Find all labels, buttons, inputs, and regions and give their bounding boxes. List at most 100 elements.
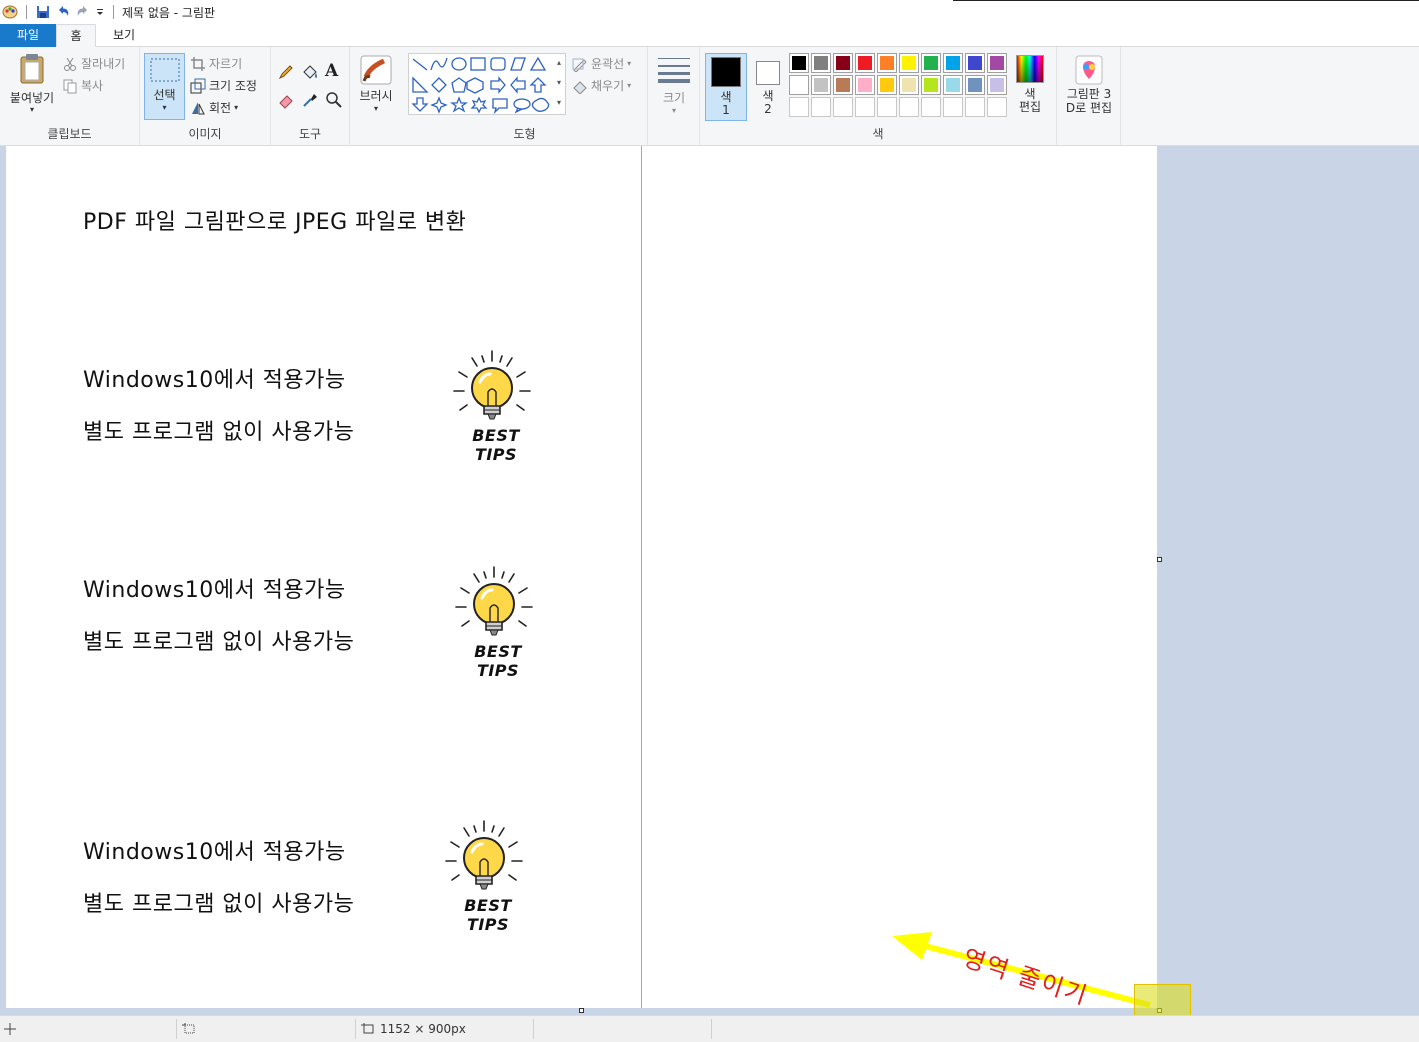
swatch-fill [924,56,938,70]
cut-button[interactable]: 잘라내기 [62,55,125,72]
resize-handle-right[interactable] [1157,557,1162,562]
brushes-button[interactable]: 브러시 ▾ [356,55,396,121]
color2-label-bottom: 2 [764,102,772,116]
palette-color-swatch[interactable] [987,75,1007,95]
palette-color-swatch[interactable] [855,75,875,95]
edit-colors-label-top: 색 [1024,87,1036,101]
swatch-fill [946,56,960,70]
canvas-workspace: PDF 파일 그림판으로 JPEG 파일로 변환 Windows10에서 적용가… [0,146,1419,1015]
canvas-size-icon [361,1023,375,1035]
lightbulb-icon [442,348,542,428]
resize-button[interactable]: 크기 조정 [190,77,257,94]
paint3d-label-line1: 그림판 3 [1066,87,1112,101]
custom-color-slot[interactable] [789,97,809,117]
shapes-scroll[interactable]: ▴ ▾ ▾ [552,53,566,115]
text-icon[interactable]: A [325,61,343,81]
color2-button[interactable]: 색 2 [750,53,786,121]
color2-swatch [756,61,780,85]
palette-color-swatch[interactable] [877,53,897,73]
copy-button[interactable]: 복사 [62,77,103,94]
edit-colors-button[interactable]: 색 편집 [1010,53,1050,121]
palette-color-swatch[interactable] [833,53,853,73]
block3-line1: Windows10에서 적용가능 [83,840,346,865]
custom-color-slot[interactable] [987,97,1007,117]
tab-view[interactable]: 보기 [104,24,144,47]
palette-color-swatch[interactable] [811,53,831,73]
best-tips-text: BEST TIPS [464,896,512,934]
best-tips-badge: BEST TIPS [442,348,542,464]
color-picker-icon[interactable] [301,91,319,109]
size-button[interactable]: 크기 ▾ [654,55,694,121]
palette-color-swatch[interactable] [789,75,809,95]
custom-color-slot[interactable] [877,97,897,117]
window-title: 제목 없음 - 그림판 [122,5,216,20]
color1-button[interactable]: 색 1 [705,53,747,121]
custom-color-slot[interactable] [899,97,919,117]
shapes-gallery[interactable] [408,53,566,115]
palette-color-swatch[interactable] [789,53,809,73]
swatch-fill [858,56,872,70]
custom-color-slot[interactable] [833,97,853,117]
brushes-label: 브러시 [359,89,393,103]
fill-button[interactable]: 채우기 ▾ [572,77,631,95]
palette-color-swatch[interactable] [943,53,963,73]
palette-color-swatch[interactable] [987,53,1007,73]
paint3d-label-line2: D로 편집 [1065,101,1113,115]
best-tips-badge: BEST TIPS [434,818,534,934]
palette-color-swatch[interactable] [811,75,831,95]
chevron-down-icon: ▾ [29,105,34,114]
save-icon[interactable] [35,4,51,20]
palette-color-swatch[interactable] [921,75,941,95]
colors-group: 색 1 색 2 색 편집 색 [700,47,1057,146]
palette-color-swatch[interactable] [899,75,919,95]
size-label: 크기 [662,91,686,105]
tab-home[interactable]: 홈 [56,24,96,48]
tab-file[interactable]: 파일 [0,24,56,47]
palette-color-swatch[interactable] [965,75,985,95]
swatch-fill [792,56,806,70]
drawing-canvas[interactable]: PDF 파일 그림판으로 JPEG 파일로 변환 Windows10에서 적용가… [6,146,1157,1008]
paste-button[interactable]: 붙여넣기 ▾ [6,53,58,119]
rotate-label: 회전 [209,101,232,115]
custom-color-slot[interactable] [855,97,875,117]
custom-color-slot[interactable] [943,97,963,117]
title-bar-edge [953,0,1419,1]
copy-icon [62,78,78,94]
fill-bucket-icon[interactable] [301,63,319,81]
crop-button[interactable]: 자르기 [190,55,242,72]
resize-handle-bottom[interactable] [579,1008,584,1013]
swatch-fill [946,78,960,92]
outline-button[interactable]: 윤곽선 ▾ [572,55,631,73]
palette-color-swatch[interactable] [943,75,963,95]
palette-color-swatch[interactable] [833,75,853,95]
paint-app-icon[interactable] [2,4,18,20]
custom-color-slot[interactable] [811,97,831,117]
undo-icon[interactable] [55,4,71,20]
select-button[interactable]: 선택 ▾ [144,53,185,120]
palette-color-swatch[interactable] [921,53,941,73]
custom-color-slot[interactable] [921,97,941,117]
best-tips-badge: BEST TIPS [444,564,544,680]
block3-line2: 별도 프로그램 없이 사용가능 [83,892,355,917]
swatch-fill [902,56,916,70]
pencil-icon[interactable] [277,63,295,81]
rotate-icon [190,100,206,116]
swatch-fill [836,78,850,92]
swatch-fill [924,78,938,92]
swatch-fill [968,78,982,92]
palette-color-swatch[interactable] [877,75,897,95]
redo-icon[interactable] [75,4,91,20]
brushes-group: 브러시 ▾ [350,47,402,146]
palette-color-swatch[interactable] [855,53,875,73]
custom-color-slot[interactable] [965,97,985,117]
block1-line2: 별도 프로그램 없이 사용가능 [83,420,355,445]
magnifier-icon[interactable] [325,91,343,109]
paste-label: 붙여넣기 [9,91,55,105]
palette-color-swatch[interactable] [965,53,985,73]
rotate-button[interactable]: 회전 ▾ [190,99,238,116]
palette-color-swatch[interactable] [899,53,919,73]
customize-toolbar-chevron-icon[interactable] [95,4,105,20]
chevron-down-icon: ▾ [162,103,167,112]
eraser-icon[interactable] [277,91,295,109]
edit-with-paint3d-button[interactable]: 그림판 3 D로 편집 [1061,55,1117,121]
